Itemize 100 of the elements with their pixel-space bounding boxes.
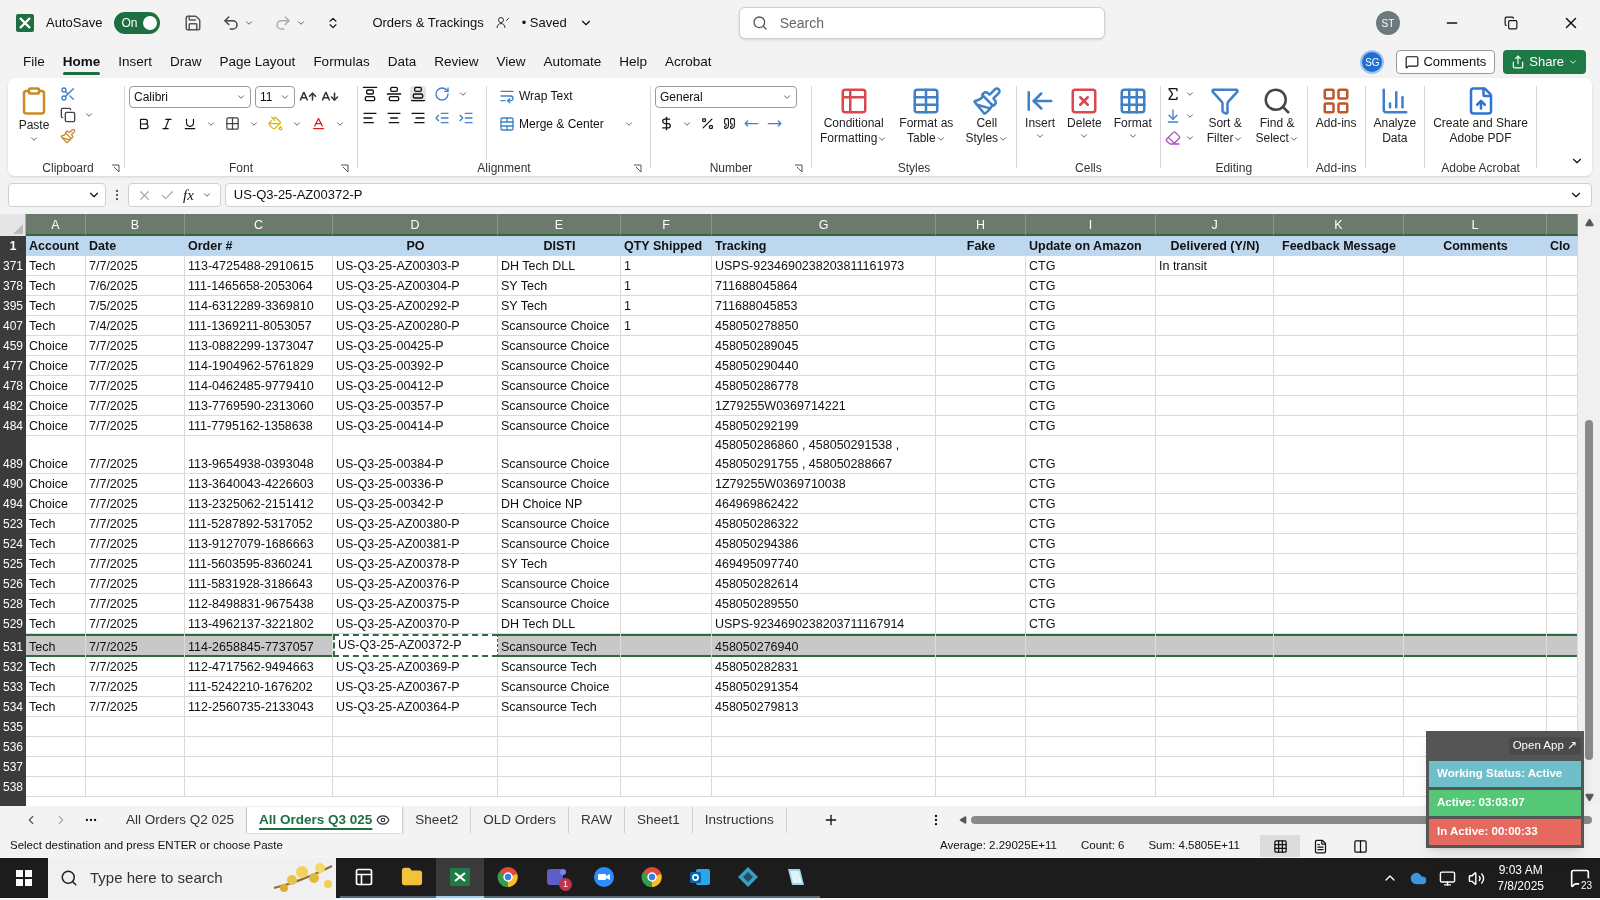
- folder-icon[interactable]: [401, 866, 423, 888]
- row-header[interactable]: 534: [0, 697, 26, 717]
- dialog-launcher-icon[interactable]: [794, 163, 803, 173]
- dialog-launcher-icon[interactable]: [340, 163, 349, 173]
- ribbon-button[interactable]: Format as Table: [895, 82, 958, 146]
- percent-icon[interactable]: [700, 116, 715, 131]
- ribbon-button[interactable]: Insert: [1021, 82, 1060, 141]
- orientation-icon[interactable]: [434, 86, 450, 102]
- column-header[interactable]: H: [936, 214, 1026, 236]
- italic-icon[interactable]: [160, 116, 174, 131]
- scroll-thumb[interactable]: [1585, 420, 1593, 760]
- autosave-toggle[interactable]: On: [114, 12, 161, 34]
- align-center-icon[interactable]: [386, 110, 402, 126]
- column-header[interactable]: G: [712, 214, 936, 236]
- task-view-icon[interactable]: [354, 867, 374, 887]
- row-header[interactable]: 371: [0, 256, 26, 276]
- menu-tab[interactable]: File: [14, 48, 54, 76]
- open-app-button[interactable]: Open App ↗: [1508, 737, 1581, 755]
- cut-icon[interactable]: [60, 86, 76, 102]
- notifications-button[interactable]: 23: [1560, 858, 1600, 898]
- ribbon-button[interactable]: Find & Select: [1251, 82, 1303, 146]
- comments-button[interactable]: Comments: [1396, 50, 1496, 74]
- column-header[interactable]: L: [1404, 214, 1547, 236]
- font-size-dropdown[interactable]: 11: [255, 86, 295, 108]
- row-header[interactable]: 523: [0, 514, 26, 534]
- row-header[interactable]: 529: [0, 614, 26, 634]
- scroll-down-icon[interactable]: [1584, 793, 1594, 802]
- diamond-app-icon[interactable]: [736, 865, 760, 889]
- format-painter-icon[interactable]: [60, 128, 76, 144]
- row-header[interactable]: 535: [0, 717, 26, 737]
- row-header[interactable]: 536: [0, 737, 26, 757]
- row-header[interactable]: 538: [0, 777, 26, 797]
- ribbon-button[interactable]: Add-ins: [1311, 82, 1361, 131]
- menu-tab[interactable]: Acrobat: [656, 48, 721, 76]
- video-app-icon[interactable]: [592, 865, 616, 889]
- column-header[interactable]: J: [1156, 214, 1274, 236]
- row-header[interactable]: 459: [0, 336, 26, 356]
- save-icon[interactable]: [184, 14, 203, 32]
- underline-icon[interactable]: [183, 116, 197, 131]
- ribbon-button[interactable]: Analyze Data: [1369, 82, 1421, 146]
- paste-button[interactable]: Paste: [12, 82, 56, 144]
- ribbon-button[interactable]: Format: [1109, 82, 1156, 141]
- copy-icon[interactable]: [60, 107, 76, 123]
- spreadsheet-app-icon[interactable]: [448, 865, 472, 889]
- sheet-tab[interactable]: OLD Orders: [471, 807, 569, 833]
- row-header[interactable]: 494: [0, 494, 26, 514]
- font-color-icon[interactable]: [311, 116, 326, 131]
- menu-tab[interactable]: Home: [53, 48, 110, 76]
- column-header[interactable]: E: [498, 214, 621, 236]
- menu-tab[interactable]: Review: [425, 48, 488, 76]
- row-header[interactable]: 524: [0, 534, 26, 554]
- row-header[interactable]: 533: [0, 677, 26, 697]
- row-header[interactable]: 407: [0, 316, 26, 336]
- row-header[interactable]: 525: [0, 554, 26, 574]
- row-header[interactable]: 395: [0, 296, 26, 316]
- menu-tab[interactable]: View: [487, 48, 535, 76]
- account-avatar[interactable]: SG: [1360, 50, 1385, 74]
- menu-tab[interactable]: Insert: [109, 48, 162, 76]
- column-header[interactable]: I: [1026, 214, 1156, 236]
- row-header[interactable]: 477: [0, 356, 26, 376]
- column-header[interactable]: A: [26, 214, 86, 236]
- row-header[interactable]: 526: [0, 574, 26, 594]
- search-field[interactable]: Search: [738, 7, 1105, 39]
- volume-icon[interactable]: [1468, 869, 1486, 887]
- dialog-launcher-icon[interactable]: [633, 163, 642, 173]
- sheet-tab[interactable]: Instructions: [692, 807, 787, 833]
- menu-tab[interactable]: Formulas: [304, 48, 379, 76]
- align-left-icon[interactable]: [362, 110, 378, 126]
- restore-icon[interactable]: [1504, 16, 1518, 30]
- bottom-align-icon[interactable]: [410, 86, 426, 102]
- undo-icon[interactable]: [222, 14, 241, 32]
- browser-icon[interactable]: [640, 865, 664, 889]
- scroll-up-icon[interactable]: [1584, 218, 1594, 227]
- bold-icon[interactable]: [137, 116, 151, 131]
- merge-center-button[interactable]: Merge & Center: [499, 114, 634, 134]
- menu-tab[interactable]: Help: [610, 48, 657, 76]
- sheet-tab[interactable]: All Orders Q3 025: [247, 807, 404, 833]
- user-avatar[interactable]: ST: [1376, 11, 1400, 35]
- column-header[interactable]: B: [86, 214, 185, 236]
- number-format-dropdown[interactable]: General: [655, 86, 797, 108]
- row-header[interactable]: 531: [0, 634, 26, 657]
- menu-tab[interactable]: Automate: [534, 48, 611, 76]
- share-button[interactable]: Share: [1503, 50, 1586, 74]
- currency-icon[interactable]: [659, 116, 674, 131]
- comma-style-icon[interactable]: [723, 117, 736, 130]
- column-header[interactable]: D: [333, 214, 498, 236]
- decrease-indent-icon[interactable]: [434, 110, 450, 126]
- row-header[interactable]: 532: [0, 657, 26, 677]
- wrap-text-button[interactable]: Wrap Text: [499, 86, 634, 106]
- row-header[interactable]: 1: [0, 236, 26, 256]
- fill-color-icon[interactable]: [268, 116, 283, 131]
- font-name-dropdown[interactable]: Calibri: [129, 86, 251, 108]
- top-align-icon[interactable]: [362, 86, 378, 102]
- column-header[interactable]: C: [185, 214, 333, 236]
- align-right-icon[interactable]: [410, 110, 426, 126]
- view-button[interactable]: [1260, 835, 1300, 857]
- ribbon-button[interactable]: Create and Share Adobe PDF: [1429, 82, 1532, 146]
- menu-tab[interactable]: Draw: [161, 48, 211, 76]
- clear-icon[interactable]: [1164, 130, 1181, 146]
- row-header[interactable]: 537: [0, 757, 26, 777]
